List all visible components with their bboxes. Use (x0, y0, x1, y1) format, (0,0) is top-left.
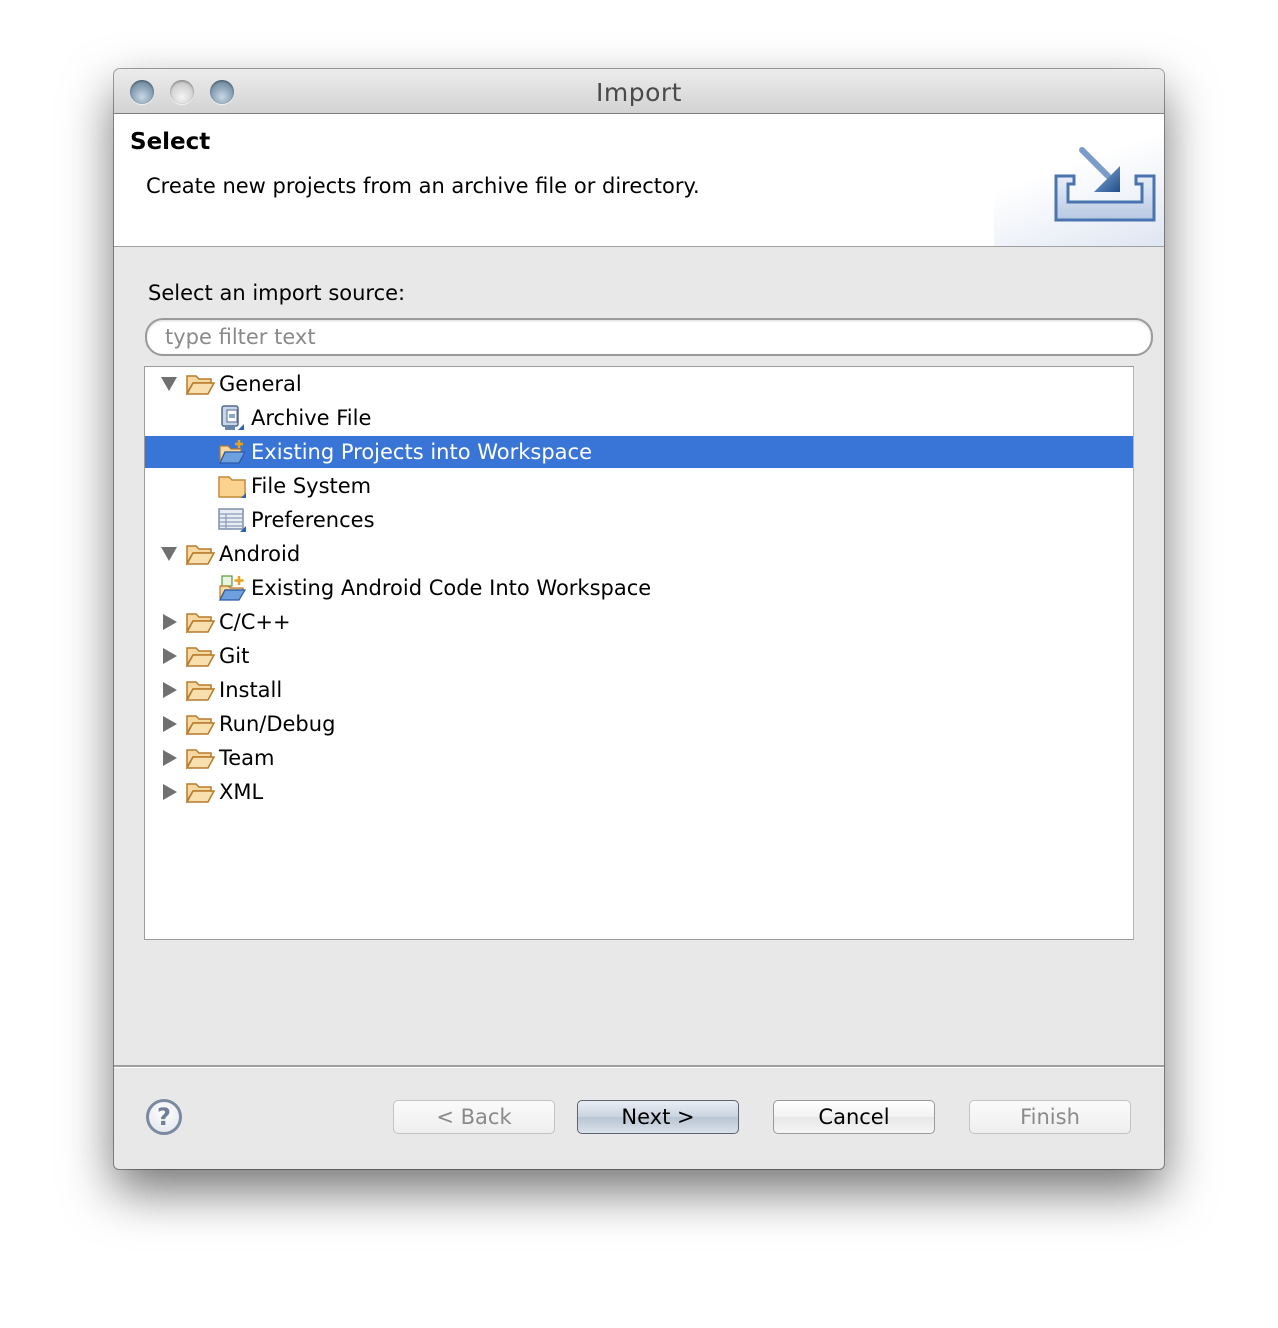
folder-open-icon (185, 745, 216, 771)
tree-item-label: Install (219, 678, 283, 702)
tree-item-label: Git (219, 644, 250, 668)
tree-item[interactable]: XML (145, 776, 1133, 808)
expand-arrow-closed-icon[interactable] (163, 648, 177, 664)
tree-item[interactable]: Team (145, 742, 1133, 774)
expand-arrow-closed-icon[interactable] (163, 784, 177, 800)
tree-item[interactable]: Preferences (145, 504, 1133, 536)
tree-item-label: Android (219, 542, 301, 566)
android-code-icon (217, 575, 247, 602)
tree-item[interactable]: Git (145, 640, 1133, 672)
tree-item-label: C/C++ (219, 610, 291, 634)
tree-item-label: Run/Debug (219, 712, 336, 736)
page-description: Create new projects from an archive file… (146, 174, 700, 198)
tree-item[interactable]: File System (145, 470, 1133, 502)
tree-item-label: XML (219, 780, 264, 804)
import-source-label: Select an import source: (148, 281, 406, 305)
archive-file-icon (217, 405, 247, 431)
folder-open-icon (185, 779, 216, 805)
back-button[interactable]: < Back (393, 1100, 555, 1134)
expand-arrow-closed-icon[interactable] (163, 750, 177, 766)
folder-open-icon (185, 711, 216, 737)
tree-item-label: Archive File (251, 406, 372, 430)
import-source-tree[interactable]: General Archive File Existing Projects int… (144, 366, 1134, 940)
folder-open-icon (185, 371, 216, 397)
expand-arrow-closed-icon[interactable] (163, 682, 177, 698)
tree-item[interactable]: Archive File (145, 402, 1133, 434)
help-icon[interactable]: ? (146, 1099, 182, 1135)
tree-item-label: Preferences (251, 508, 375, 532)
preferences-icon (217, 507, 247, 533)
existing-projects-icon (217, 439, 247, 465)
tree-item-label: Team (219, 746, 275, 770)
filter-input[interactable] (145, 318, 1153, 356)
expand-arrow-closed-icon[interactable] (163, 716, 177, 732)
expand-arrow-open-icon[interactable] (161, 547, 177, 561)
cancel-button[interactable]: Cancel (773, 1100, 935, 1134)
wizard-banner: Select Create new projects from an archi… (114, 114, 1164, 247)
folder-open-icon (185, 677, 216, 703)
tree-item-label: Existing Android Code Into Workspace (251, 576, 652, 600)
folder-open-icon (185, 609, 216, 635)
page-title: Select (130, 129, 211, 155)
import-wizard-icon (1054, 147, 1156, 222)
window-title: Import (596, 78, 682, 107)
banner-graphic (994, 114, 1164, 246)
title-bar[interactable]: Import (114, 69, 1164, 114)
tree-item[interactable]: Install (145, 674, 1133, 706)
tree-item[interactable]: C/C++ (145, 606, 1133, 638)
next-button[interactable]: Next > (577, 1100, 739, 1134)
tree-item[interactable]: Run/Debug (145, 708, 1133, 740)
finish-button[interactable]: Finish (969, 1100, 1131, 1134)
footer-divider (114, 1065, 1164, 1068)
tree-item[interactable]: Existing Projects into Workspace (145, 436, 1133, 468)
folder-open-icon (185, 643, 216, 669)
tree-item-label: General (219, 372, 302, 396)
folder-open-icon (185, 541, 216, 567)
tree-item[interactable]: Android (145, 538, 1133, 570)
import-dialog: Import Select Create new projects from a… (114, 69, 1164, 1169)
file-system-folder-icon (217, 473, 247, 499)
tree-item[interactable]: General (145, 368, 1133, 400)
expand-arrow-open-icon[interactable] (161, 377, 177, 391)
tree-item-label: Existing Projects into Workspace (251, 440, 593, 464)
tree-item-label: File System (251, 474, 372, 498)
tree-item[interactable]: Existing Android Code Into Workspace (145, 572, 1133, 604)
expand-arrow-closed-icon[interactable] (163, 614, 177, 630)
